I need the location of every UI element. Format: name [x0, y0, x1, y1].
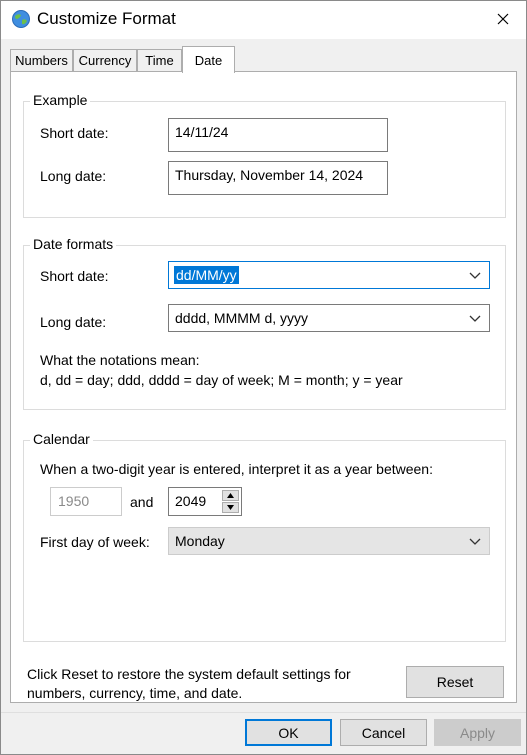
chevron-down-icon	[469, 272, 481, 279]
year-end-spinner[interactable]: 2049	[168, 487, 242, 516]
reset-button[interactable]: Reset	[406, 666, 504, 698]
apply-button-label: Apply	[459, 724, 496, 741]
ok-button[interactable]: OK	[245, 719, 332, 746]
notation-title: What the notations mean:	[40, 352, 200, 368]
example-group: Example Short date: 14/11/24 Long date: …	[23, 92, 506, 218]
example-short-date-label: Short date:	[40, 125, 109, 141]
example-long-date-value: Thursday, November 14, 2024	[175, 167, 364, 183]
group-title: Example	[30, 92, 91, 108]
ok-button-label: OK	[278, 724, 299, 741]
chevron-down-icon	[469, 315, 481, 322]
tab-label: Currency	[78, 53, 132, 68]
year-end-value: 2049	[175, 493, 207, 509]
close-button[interactable]	[480, 1, 526, 37]
short-date-format-combo[interactable]: dd/MM/yy	[168, 261, 490, 289]
example-long-date-label: Long date:	[40, 168, 107, 184]
group-title: Calendar	[30, 431, 93, 447]
two-digit-year-text: When a two-digit year is entered, interp…	[40, 461, 433, 477]
globe-icon	[11, 9, 31, 29]
tab-numbers[interactable]: Numbers	[10, 49, 73, 71]
tab-label: Time	[145, 53, 174, 68]
first-day-of-week-combo[interactable]: Monday	[168, 527, 490, 555]
cancel-button[interactable]: Cancel	[340, 719, 427, 746]
reset-button-label: Reset	[436, 674, 474, 690]
short-date-format-label: Short date:	[40, 268, 109, 284]
title-bar: Customize Format	[1, 1, 526, 39]
close-icon	[497, 13, 509, 25]
short-date-format-value: dd/MM/yy	[174, 266, 239, 284]
year-start-value: 1950	[58, 493, 90, 509]
example-short-date-value: 14/11/24	[175, 124, 229, 140]
long-date-format-value: dddd, MMMM d, yyyy	[175, 310, 309, 326]
tab-label: Date	[194, 52, 223, 68]
spin-up-button[interactable]	[222, 490, 239, 501]
spin-up-icon	[227, 493, 234, 498]
footer-divider	[1, 712, 526, 713]
spin-down-icon	[227, 505, 234, 510]
customize-format-dialog: Customize Format Numbers Currency Time D…	[0, 0, 527, 755]
long-date-format-label: Long date:	[40, 314, 107, 330]
and-label: and	[130, 494, 154, 510]
year-start-field: 1950	[50, 487, 122, 516]
calendar-group: Calendar When a two-digit year is entere…	[23, 431, 506, 642]
tab-currency[interactable]: Currency	[73, 49, 137, 71]
window-title: Customize Format	[37, 9, 176, 28]
reset-help-line-2: numbers, currency, time, and date.	[27, 685, 243, 701]
group-title: Date formats	[30, 236, 117, 252]
reset-help-line-1: Click Reset to restore the system defaul…	[27, 666, 351, 682]
apply-button[interactable]: Apply	[434, 719, 521, 746]
tab-time[interactable]: Time	[137, 49, 182, 71]
tab-label: Numbers	[15, 53, 68, 68]
first-day-of-week-value: Monday	[175, 533, 225, 549]
date-tab-panel: Example Short date: 14/11/24 Long date: …	[10, 71, 517, 703]
date-formats-group: Date formats Short date: dd/MM/yy Long d…	[23, 236, 506, 410]
first-day-of-week-label: First day of week:	[40, 534, 150, 550]
long-date-format-combo[interactable]: dddd, MMMM d, yyyy	[168, 304, 490, 332]
example-long-date-field: Thursday, November 14, 2024	[168, 161, 388, 195]
tab-date[interactable]: Date	[182, 46, 235, 73]
chevron-down-icon	[469, 538, 481, 545]
example-short-date-field: 14/11/24	[168, 118, 388, 152]
notation-text: d, dd = day; ddd, dddd = day of week; M …	[40, 372, 403, 388]
cancel-button-label: Cancel	[361, 724, 406, 741]
spin-down-button[interactable]	[222, 502, 239, 513]
